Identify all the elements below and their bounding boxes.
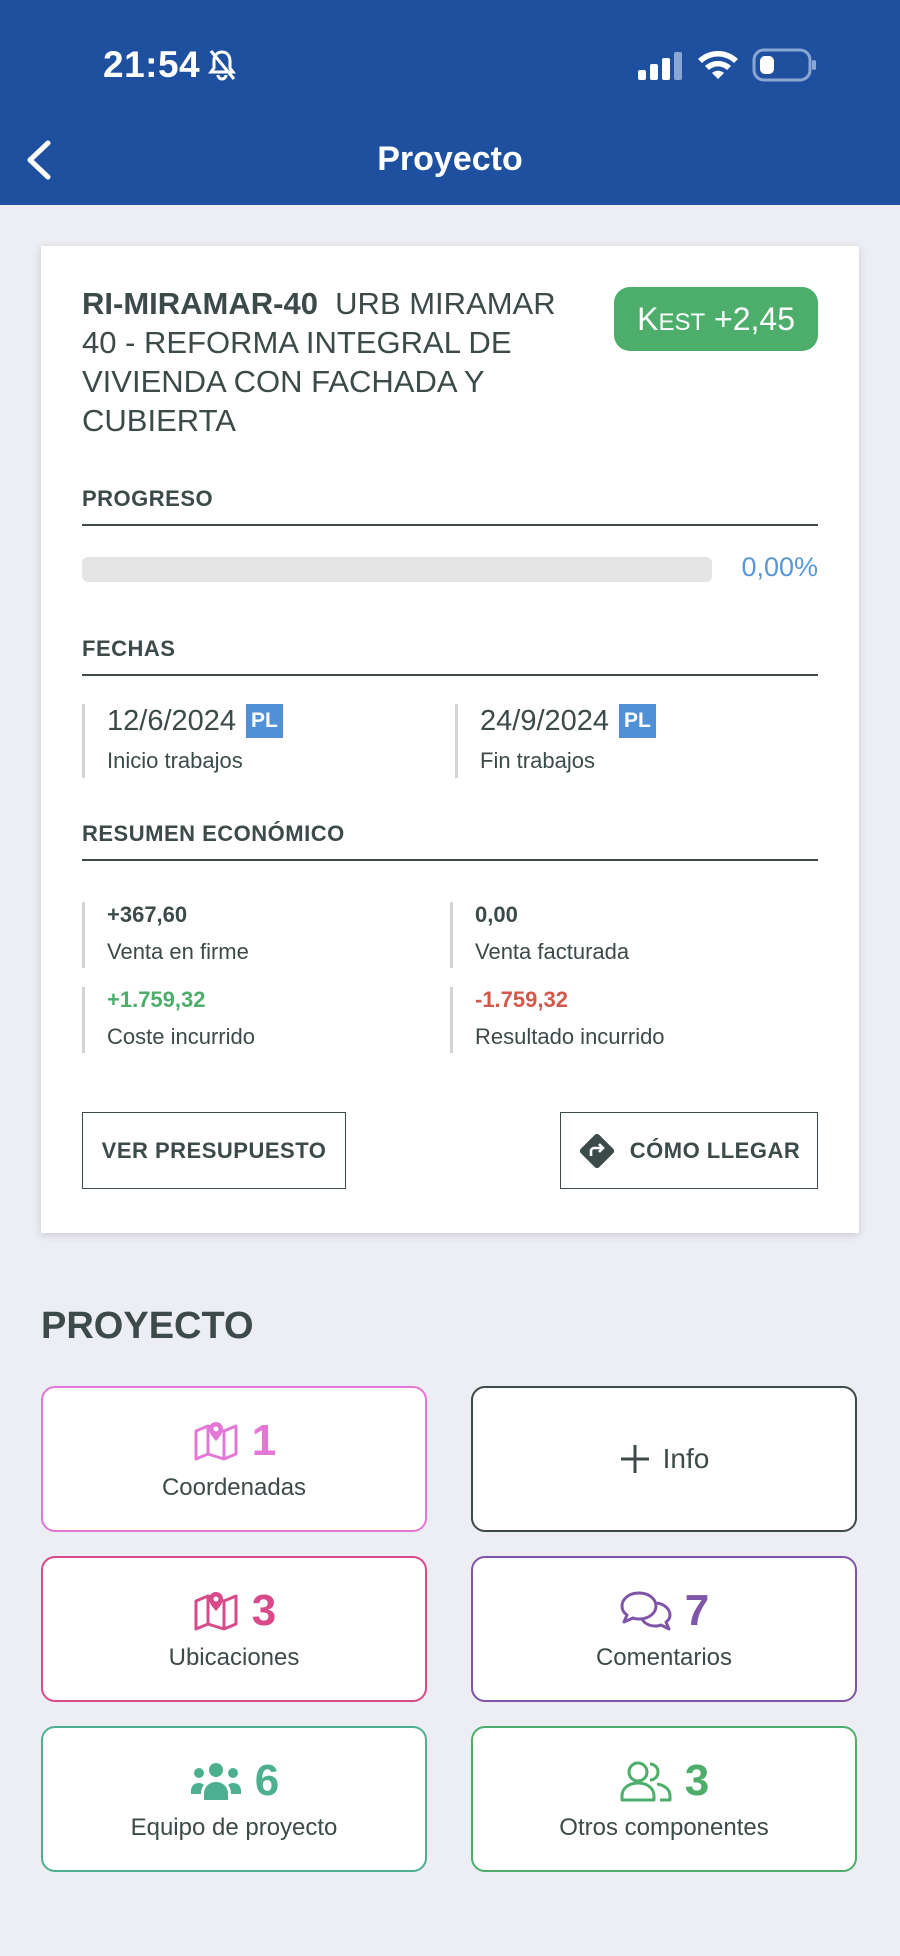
economic-section-title: RESUMEN ECONÓMICO	[82, 821, 818, 861]
progress-bar	[82, 557, 712, 582]
project-card: RI-MIRAMAR-40 URB MIRAMAR 40 - REFORMA I…	[41, 246, 859, 1233]
start-date: 12/6/2024 PL Inicio trabajos	[82, 704, 283, 778]
coordenadas-label: Coordenadas	[161, 1474, 307, 1501]
comments-icon	[620, 1591, 672, 1631]
otros-label: Otros componentes	[559, 1814, 769, 1841]
dates-section-title: FECHAS	[82, 636, 818, 676]
tile-info[interactable]: Info	[471, 1386, 857, 1532]
ubicaciones-count: 3	[251, 1586, 277, 1635]
battery-icon	[752, 48, 816, 82]
equipo-count: 6	[254, 1756, 280, 1805]
resultado-incurrido-value: -1.759,32	[475, 987, 568, 1012]
coste-incurrido-label: Coste incurrido	[107, 1024, 255, 1049]
tile-coordenadas[interactable]: 1 Coordenadas	[41, 1386, 427, 1532]
start-date-value: 12/6/2024	[107, 704, 237, 737]
ubicaciones-label: Ubicaciones	[168, 1644, 300, 1671]
venta-facturada-value: 0,00	[475, 902, 518, 927]
como-llegar-button[interactable]: CÓMO LLEGAR	[560, 1112, 818, 1189]
start-date-badge: PL	[246, 704, 283, 738]
top-bar: 21:54 Proyecto	[0, 0, 900, 205]
plus-icon	[620, 1445, 649, 1473]
end-date-badge: PL	[619, 704, 656, 738]
tile-ubicaciones[interactable]: 3 Ubicaciones	[41, 1556, 427, 1702]
end-date-label: Fin trabajos	[480, 748, 595, 773]
resultado-incurrido-label: Resultado incurrido	[475, 1024, 665, 1049]
end-date: 24/9/2024 PL Fin trabajos	[455, 704, 656, 778]
comentarios-count: 7	[684, 1586, 710, 1635]
coste-incurrido-value: +1.759,32	[107, 987, 206, 1012]
venta-firme: +367,60 Venta en firme	[82, 902, 249, 968]
signal-icon	[638, 52, 682, 80]
team-icon	[190, 1763, 241, 1800]
tile-comentarios[interactable]: 7 Comentarios	[471, 1556, 857, 1702]
venta-facturada: 0,00 Venta facturada	[450, 902, 629, 968]
proyecto-heading: PROYECTO	[41, 1305, 254, 1347]
info-label: Info	[662, 1443, 710, 1474]
coste-incurrido: +1.759,32 Coste incurrido	[82, 987, 255, 1053]
start-date-label: Inicio trabajos	[107, 748, 243, 773]
project-title: RI-MIRAMAR-40 URB MIRAMAR 40 - REFORMA I…	[82, 284, 582, 440]
ver-presupuesto-button[interactable]: VER PRESUPUESTO	[82, 1112, 346, 1189]
equipo-label: Equipo de proyecto	[130, 1814, 338, 1841]
project-code: RI-MIRAMAR-40	[82, 286, 318, 321]
directions-icon	[579, 1133, 614, 1168]
progress-section-title: PROGRESO	[82, 486, 818, 526]
users-icon	[620, 1761, 672, 1802]
tile-equipo[interactable]: 6 Equipo de proyecto	[41, 1726, 427, 1872]
kest-value: +2,45	[714, 301, 795, 337]
page-title: Proyecto	[377, 140, 523, 178]
venta-firme-value: +367,60	[107, 902, 188, 927]
map-pin-icon	[194, 1422, 238, 1461]
venta-facturada-label: Venta facturada	[475, 939, 630, 964]
otros-count: 3	[684, 1756, 710, 1805]
map-pin-icon	[194, 1592, 238, 1631]
comentarios-label: Comentarios	[595, 1644, 733, 1671]
progress-percent: 0,00%	[741, 552, 818, 582]
end-date-value: 24/9/2024	[480, 704, 610, 737]
bell-muted-icon	[208, 50, 236, 81]
venta-firme-label: Venta en firme	[107, 939, 249, 964]
resultado-incurrido: -1.759,32 Resultado incurrido	[450, 987, 665, 1053]
tile-otros[interactable]: 3 Otros componentes	[471, 1726, 857, 1872]
coordenadas-count: 1	[251, 1416, 277, 1465]
status-time: 21:54	[103, 44, 201, 85]
kest-badge: KEST +2,45	[614, 287, 818, 351]
wifi-icon	[698, 51, 738, 79]
